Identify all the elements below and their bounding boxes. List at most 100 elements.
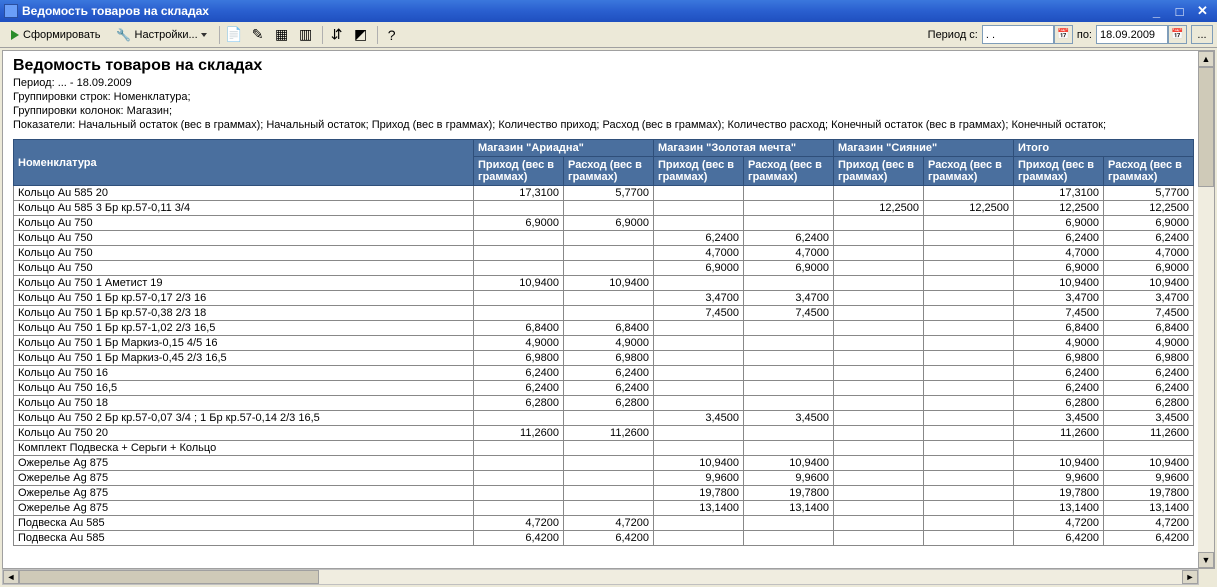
tool-icon-5[interactable]: ⇵ (326, 24, 348, 46)
cell-value: 7,4500 (1014, 306, 1104, 321)
cell-value (744, 321, 834, 336)
cell-nomenclature: Кольцо Au 750 (14, 231, 474, 246)
cell-value: 6,4200 (1104, 531, 1194, 546)
table-row[interactable]: Кольцо Au 750 166,24006,24006,24006,2400 (14, 366, 1194, 381)
table-row[interactable]: Кольцо Au 750 1 Бр кр.57-0,17 2/3 163,47… (14, 291, 1194, 306)
cell-nomenclature: Кольцо Au 750 1 Бр Маркиз-0,45 2/3 16,5 (14, 351, 474, 366)
tool-icon-6[interactable]: ◩ (350, 24, 372, 46)
table-row[interactable]: Кольцо Au 750 1 Бр Маркиз-0,45 2/3 16,56… (14, 351, 1194, 366)
table-row[interactable]: Кольцо Au 750 1 Бр кр.57-0,38 2/3 18 7,45… (14, 306, 1194, 321)
cell-value (834, 276, 924, 291)
cell-value (564, 411, 654, 426)
scroll-track[interactable] (1198, 67, 1214, 552)
vertical-scrollbar[interactable]: ▲ ▼ (1198, 51, 1214, 568)
table-row[interactable]: Комплект Подвеска + Серьги + Кольцо (14, 441, 1194, 456)
cell-nomenclature: Кольцо Au 750 1 Бр кр.57-0,38 2/3 18 (14, 306, 474, 321)
cell-value (924, 306, 1014, 321)
minimize-button[interactable]: _ (1146, 2, 1167, 20)
cell-nomenclature: Кольцо Au 750 2 Бр кр.57-0,07 3/4 ; 1 Бр… (14, 411, 474, 426)
table-row[interactable]: Кольцо Au 750 2 Бр кр.57-0,07 3/4 ; 1 Бр… (14, 411, 1194, 426)
table-row[interactable]: Кольцо Au 750 2011,260011,260011,260011,… (14, 426, 1194, 441)
cell-value (834, 186, 924, 201)
tool-icon-2[interactable]: ✎ (247, 24, 269, 46)
wrench-icon: 🔧 (117, 28, 131, 42)
table-row[interactable]: Кольцо Au 7506,90006,90006,90006,9000 (14, 216, 1194, 231)
table-row[interactable]: Кольцо Au 585 2017,31005,770017,31005,77… (14, 186, 1194, 201)
report-scroll-area[interactable]: Ведомость товаров на складах Период: ...… (3, 51, 1214, 568)
close-button[interactable]: ✕ (1192, 2, 1213, 20)
report-meta-line: Показатели: Начальный остаток (вес в гра… (13, 119, 1204, 131)
cell-value: 10,9400 (1104, 276, 1194, 291)
table-row[interactable]: Кольцо Au 750 1 Аметист 1910,940010,9400… (14, 276, 1194, 291)
scroll-down-button[interactable]: ▼ (1198, 552, 1214, 568)
cell-value (834, 231, 924, 246)
settings-button[interactable]: 🔧 Настройки... (110, 24, 214, 46)
col-header-nomenclature: Номенклатура (14, 140, 474, 186)
horizontal-scrollbar[interactable]: ◄ ► (2, 569, 1215, 585)
table-row[interactable]: Ожерелье Ag 87513,140013,140013,140013,1… (14, 501, 1194, 516)
report-meta-line: Группировки колонок: Магазин; (13, 105, 1204, 117)
cell-value (744, 381, 834, 396)
resize-grip[interactable] (1199, 569, 1215, 585)
tool-icon-1[interactable]: 📄 (223, 24, 245, 46)
cell-value: 6,9800 (474, 351, 564, 366)
table-row[interactable]: Кольцо Au 7506,90006,90006,90006,9000 (14, 261, 1194, 276)
cell-value (834, 351, 924, 366)
cell-value: 4,7200 (1104, 516, 1194, 531)
cell-value: 6,2400 (1014, 231, 1104, 246)
period-to-calendar-button[interactable]: 📅 (1168, 25, 1187, 44)
cell-value (834, 216, 924, 231)
table-row[interactable]: Подвеска Au 5856,42006,42006,42006,4200 (14, 531, 1194, 546)
table-row[interactable]: Ожерелье Ag 87510,940010,940010,940010,9… (14, 456, 1194, 471)
tool-icon-4[interactable]: ▥ (295, 24, 317, 46)
scroll-left-button[interactable]: ◄ (3, 570, 19, 584)
scroll-right-button[interactable]: ► (1182, 570, 1198, 584)
cell-value (834, 321, 924, 336)
cell-value: 3,4500 (1104, 411, 1194, 426)
cell-value (564, 486, 654, 501)
toolbar: Сформировать 🔧 Настройки... 📄 ✎ ▦ ▥ ⇵ ◩ … (0, 22, 1217, 48)
window-title: Ведомость товаров на складах (22, 4, 1144, 18)
hscroll-thumb[interactable] (19, 570, 319, 584)
table-row[interactable]: Ожерелье Ag 8759,96009,96009,96009,9600 (14, 471, 1194, 486)
table-row[interactable]: Кольцо Au 7504,70004,70004,70004,7000 (14, 246, 1194, 261)
col-sub-out: Расход (вес в граммах) (924, 157, 1014, 186)
table-row[interactable]: Кольцо Au 585 3 Бр кр.57-0,11 3/412,2500… (14, 201, 1194, 216)
cell-value: 4,9000 (1104, 336, 1194, 351)
cell-value: 4,7000 (1014, 246, 1104, 261)
generate-button[interactable]: Сформировать (4, 24, 108, 46)
cell-value: 13,1400 (1014, 501, 1104, 516)
table-row[interactable]: Кольцо Au 750 16,56,24006,24006,24006,24… (14, 381, 1194, 396)
cell-value: 6,8400 (564, 321, 654, 336)
period-ellipsis-button[interactable]: ... (1191, 25, 1213, 44)
table-row[interactable]: Ожерелье Ag 87519,780019,780019,780019,7… (14, 486, 1194, 501)
cell-nomenclature: Комплект Подвеска + Серьги + Кольцо (14, 441, 474, 456)
table-row[interactable]: Кольцо Au 7506,24006,24006,24006,2400 (14, 231, 1194, 246)
period-from-calendar-button[interactable]: 📅 (1054, 25, 1073, 44)
cell-value: 17,3100 (1014, 186, 1104, 201)
col-group-0: Магазин "Ариадна" (474, 140, 654, 157)
scroll-up-button[interactable]: ▲ (1198, 51, 1214, 67)
table-row[interactable]: Кольцо Au 750 186,28006,28006,28006,2800 (14, 396, 1194, 411)
cell-value (474, 486, 564, 501)
cell-value (924, 531, 1014, 546)
maximize-button[interactable]: □ (1169, 2, 1190, 20)
cell-value: 7,4500 (1104, 306, 1194, 321)
period-to-input[interactable] (1096, 25, 1168, 44)
period-from-input[interactable] (982, 25, 1054, 44)
table-row[interactable]: Подвеска Au 5854,72004,72004,72004,7200 (14, 516, 1194, 531)
table-row[interactable]: Кольцо Au 750 1 Бр Маркиз-0,15 4/5 164,9… (14, 336, 1194, 351)
scroll-thumb[interactable] (1198, 67, 1214, 187)
cell-value (744, 276, 834, 291)
col-sub-in: Приход (вес в граммах) (1014, 157, 1104, 186)
cell-value: 6,2400 (564, 381, 654, 396)
help-icon[interactable]: ? (381, 24, 403, 46)
tool-icon-3[interactable]: ▦ (271, 24, 293, 46)
cell-value: 19,7800 (1014, 486, 1104, 501)
table-row[interactable]: Кольцо Au 750 1 Бр кр.57-1,02 2/3 16,56,… (14, 321, 1194, 336)
cell-nomenclature: Кольцо Au 585 3 Бр кр.57-0,11 3/4 (14, 201, 474, 216)
cell-value (924, 396, 1014, 411)
cell-value: 6,9800 (1014, 351, 1104, 366)
cell-value: 10,9400 (1104, 456, 1194, 471)
generate-label: Сформировать (23, 29, 101, 41)
